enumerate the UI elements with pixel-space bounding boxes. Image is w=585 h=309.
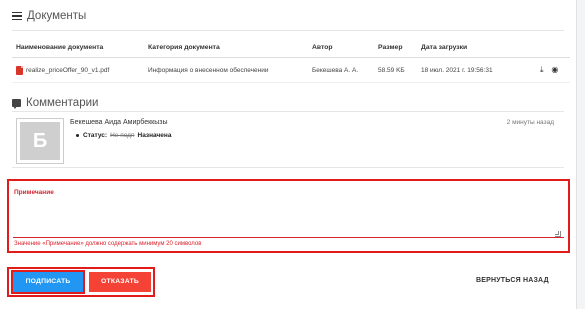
avatar: Б bbox=[16, 118, 64, 164]
divider bbox=[12, 30, 564, 31]
reject-button[interactable]: ОТКАЗАТЬ bbox=[89, 272, 151, 292]
documents-title: Документы bbox=[27, 10, 87, 22]
back-button[interactable]: ВЕРНУТЬСЯ НАЗАД bbox=[476, 277, 549, 284]
column-header-date: Дата загрузки bbox=[417, 40, 530, 58]
documents-table: Наименование документа Категория докумен… bbox=[12, 40, 570, 83]
status-label: Статус: bbox=[83, 132, 108, 139]
eye-icon[interactable]: ◉ bbox=[551, 65, 558, 74]
note-label: Примечание bbox=[14, 189, 54, 196]
status-old: Не подп bbox=[110, 132, 135, 139]
comment-author: Бекешева Аида Амирбеккызы bbox=[70, 119, 168, 126]
column-header-category: Категория документа bbox=[144, 40, 308, 58]
divider bbox=[12, 167, 564, 168]
document-date: 18 июл. 2021 г. 19:56:31 bbox=[417, 57, 530, 83]
column-header-actions bbox=[530, 40, 570, 58]
comment-time: 2 минуты назад bbox=[506, 119, 554, 126]
status-new: Назначена bbox=[137, 132, 172, 139]
pdf-file-icon bbox=[16, 65, 23, 75]
divider bbox=[12, 111, 564, 112]
document-author: Бекешева А. А. bbox=[308, 57, 374, 83]
bullet bbox=[76, 133, 79, 137]
document-name-cell[interactable]: realize_priceOffer_90_v1.pdf bbox=[12, 57, 144, 83]
comment-item: Б Бекешева Аида Амирбеккызы 2 минуты наз… bbox=[12, 116, 554, 166]
comment-status: Статус: Не подп Назначена bbox=[76, 132, 171, 139]
table-row: realize_priceOffer_90_v1.pdf Информация … bbox=[12, 57, 570, 83]
table-header-row: Наименование документа Категория докумен… bbox=[12, 40, 570, 58]
column-header-size: Размер bbox=[374, 40, 417, 58]
document-category: Информация о внесенном обеспечении bbox=[144, 57, 308, 83]
comments-title: Комментарии bbox=[26, 97, 99, 109]
sign-button[interactable]: ПОДПИСАТЬ bbox=[11, 270, 85, 294]
note-textarea[interactable] bbox=[13, 200, 564, 238]
resize-handle-icon[interactable] bbox=[555, 231, 561, 237]
avatar-letter: Б bbox=[20, 122, 60, 160]
documents-section-title: Документы bbox=[12, 10, 86, 22]
comments-section-title: Комментарии bbox=[12, 97, 98, 109]
document-actions: ⤓ ◉ bbox=[530, 57, 570, 83]
note-error-message: Значение «Примечание» должно содержать м… bbox=[14, 241, 202, 247]
comment-icon bbox=[12, 99, 21, 109]
signing-panel: Документы Наименование документа Категор… bbox=[0, 0, 577, 309]
note-field-highlight: Примечание Значение «Примечание» должно … bbox=[7, 179, 570, 253]
download-icon[interactable]: ⤓ bbox=[540, 65, 544, 75]
document-name[interactable]: realize_priceOffer_90_v1.pdf bbox=[26, 67, 109, 74]
document-size: 58.59 KБ bbox=[374, 57, 417, 83]
action-buttons-highlight: ПОДПИСАТЬ ОТКАЗАТЬ bbox=[7, 267, 155, 297]
column-header-name: Наименование документа bbox=[12, 40, 144, 58]
column-header-author: Автор bbox=[308, 40, 374, 58]
list-icon bbox=[12, 11, 22, 21]
